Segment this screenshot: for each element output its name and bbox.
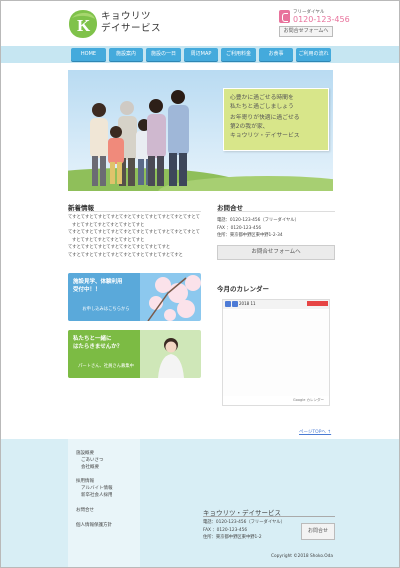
- global-nav: HOME 施設案内 施設の一日 周辺MAP ご利用料金 お食事 ご利用の流れ: [1, 46, 399, 63]
- tel-number: 0120-123-456: [293, 15, 350, 24]
- contact-fax: FAX ：0120-123-456: [217, 225, 262, 231]
- nav-meal[interactable]: お食事: [259, 48, 293, 61]
- news-list: てすとてすとてすとてすとてすとてすとてすとてすとてすとてすとてすとてすとてすとて…: [68, 214, 203, 260]
- brand-line2: デイサービス: [101, 23, 162, 34]
- google-calendar-label[interactable]: Google カレンダー: [293, 398, 324, 403]
- hero-line1a: 心豊かに過ごせる時間を: [230, 95, 294, 101]
- contact-info: 電話：0120-123-456（フリーダイヤル） FAX ：0120-123-4…: [217, 217, 337, 240]
- calendar-prev-button[interactable]: [225, 301, 231, 307]
- recruit-banner-title1: 私たちと一緒に: [73, 336, 112, 342]
- recruit-banner-panel: 私たちと一緒に はたらきませんか？ パートさん、社員さん募集中: [68, 330, 140, 378]
- footer-link-company[interactable]: 会社概要: [81, 464, 99, 470]
- recruit-banner-title: 私たちと一緒に はたらきませんか？: [73, 335, 122, 351]
- contact-form-button[interactable]: お問合せフォームへ: [217, 245, 335, 260]
- footer-phone: 電話：0120-123-456（フリーダイヤル）: [203, 520, 285, 525]
- hero-line1b: 私たちと過ごしましょう: [230, 104, 294, 110]
- visit-banner-title2: 受付中！！: [73, 287, 101, 293]
- calendar-widget[interactable]: 2018 11 Google カレンダー: [222, 299, 330, 406]
- footer-divider: [203, 516, 335, 517]
- nav-map[interactable]: 周辺MAP: [184, 48, 218, 61]
- page-top-link[interactable]: ページTOPへ ↑: [299, 429, 331, 435]
- footer-contact-info: 電話：0120-123-456（フリーダイヤル） FAX ：0120-123-4…: [203, 519, 303, 542]
- footer: [1, 439, 399, 567]
- brand-name[interactable]: キョウリツ デイサービス: [101, 11, 161, 35]
- visit-banner[interactable]: 施設見学、体験利用 受付中！！ お申し込みはこちらから: [68, 273, 201, 321]
- visit-banner-title: 施設見学、体験利用 受付中！！: [73, 278, 123, 294]
- recruit-banner[interactable]: 私たちと一緒に はたらきませんか？ パートさん、社員さん募集中: [68, 330, 201, 378]
- nav-fee[interactable]: ご利用料金: [221, 48, 256, 61]
- calendar-month: 2018 11: [239, 301, 256, 306]
- news-item[interactable]: てすとてすとてすとてすとてすとてすとてすとてすとてすと: [68, 252, 203, 260]
- recruit-banner-title2: はたらきませんか？: [73, 344, 123, 350]
- nav-day[interactable]: 施設の一日: [146, 48, 181, 61]
- visit-banner-panel: 施設見学、体験利用 受付中！！ お申し込みはこちらから: [68, 273, 140, 321]
- contact-phone: 電話：0120-123-456（フリーダイヤル）: [217, 218, 299, 223]
- calendar-header: 2018 11: [223, 300, 329, 309]
- calendar-badge: [307, 301, 328, 306]
- visit-banner-title1: 施設見学、体験利用: [73, 279, 123, 285]
- nav-facility[interactable]: 施設案内: [109, 48, 143, 61]
- logo-icon[interactable]: K: [68, 9, 98, 39]
- news-item[interactable]: てすとてすとてすとてすとてすとてすとてすとてすとてすとてすとてすとてすとてすとて…: [68, 229, 203, 244]
- contact-divider: [217, 211, 335, 212]
- hero-line2a: お年寄りが快適に過ごせる: [230, 115, 300, 121]
- footer-link-privacy[interactable]: 個人情報保護方針: [76, 522, 112, 528]
- hero-message: 心豊かに過ごせる時間を 私たちと過ごしましょう お年寄りが快適に過ごせる 第2の…: [223, 88, 329, 151]
- copyright: Copyright ©2018 Shoko.Oda: [271, 554, 334, 559]
- logo-letter: K: [77, 16, 91, 35]
- footer-link-newgrad[interactable]: 新卒社会人採用: [81, 492, 113, 498]
- footer-link-recruit[interactable]: 採用情報: [76, 478, 94, 484]
- nav-home[interactable]: HOME: [71, 48, 106, 61]
- visit-banner-sub: お申し込みはこちらから: [82, 307, 130, 312]
- footer-link-parttime[interactable]: アルバイト情報: [81, 485, 112, 491]
- footer-contact-button[interactable]: お問合せ: [301, 523, 335, 540]
- recruit-banner-sub: パートさん、社員さん募集中: [78, 364, 134, 369]
- footer-nav-column: [68, 439, 140, 567]
- nav-flow[interactable]: ご利用の流れ: [296, 48, 331, 61]
- calendar-title: 今月のカレンダー: [217, 285, 269, 293]
- footer-link-contact[interactable]: お問合せ: [76, 507, 94, 513]
- brand-line1: キョウリツ: [101, 11, 152, 22]
- news-item[interactable]: てすとてすとてすとてすとてすとてすとてすとてすとてすとてすとてすとてすとてすとて…: [68, 214, 203, 229]
- page: K キョウリツ デイサービス フリーダイヤル 0120-123-456 お問合せ…: [0, 0, 400, 568]
- news-divider: [68, 211, 201, 212]
- contact-address: 住所：東京都中野区東中野1-2-34: [217, 233, 283, 238]
- footer-fax: FAX ：0120-123-456: [203, 527, 248, 533]
- hero-line2c: キョウリツ・デイサービス: [230, 133, 300, 139]
- footer-address: 住所：東京都中野区東中野1-2: [203, 535, 262, 540]
- header-contact-button[interactable]: お問合せフォームへ: [279, 26, 333, 37]
- calendar-next-button[interactable]: [232, 301, 238, 307]
- hero-line2b: 第2の我が家、: [230, 124, 269, 130]
- news-item[interactable]: てすとてすとてすとてすとてすとてすとてすとてすと: [68, 244, 203, 252]
- footer-link-facility[interactable]: 施設概要: [76, 450, 94, 456]
- phone-icon: [279, 10, 290, 23]
- hero-image: 心豊かに過ごせる時間を 私たちと過ごしましょう お年寄りが快適に過ごせる 第2の…: [68, 70, 333, 191]
- calendar-grid: [223, 310, 329, 396]
- footer-link-greeting[interactable]: ごあいさつ: [81, 457, 104, 463]
